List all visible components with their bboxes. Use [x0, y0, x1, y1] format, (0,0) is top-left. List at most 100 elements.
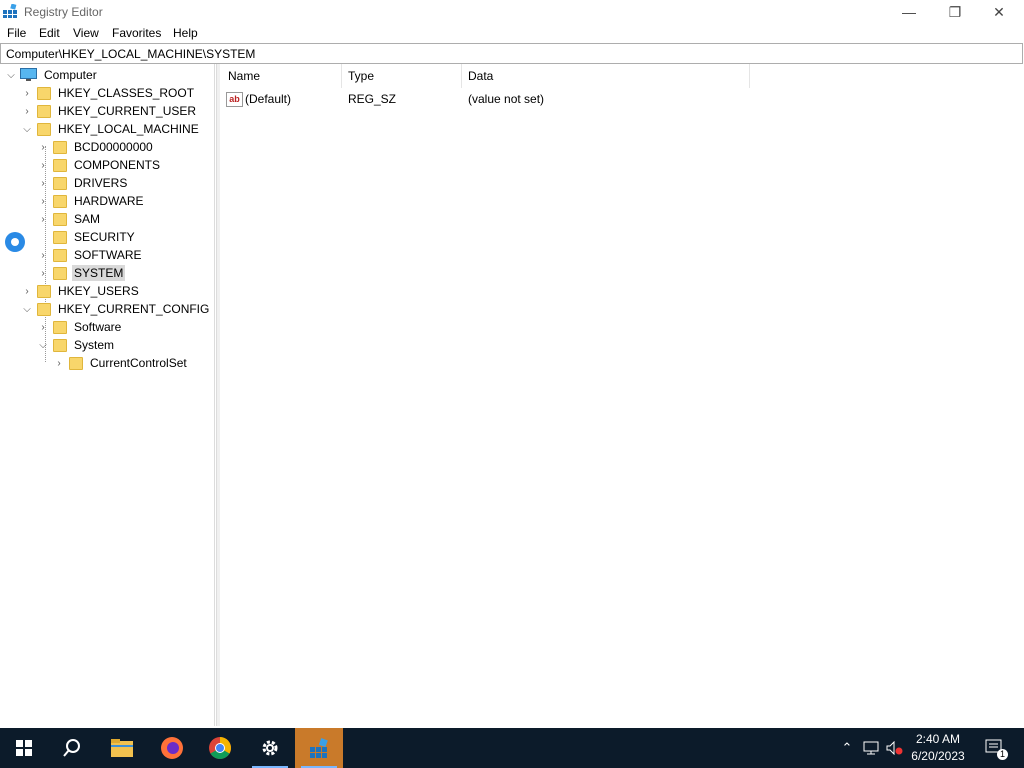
tree-node-config-software[interactable]: › Software	[37, 318, 123, 336]
registry-tree[interactable]: ⌵ Computer › HKEY_CLASSES_ROOT › HKEY_CU…	[0, 64, 215, 726]
start-icon[interactable]	[0, 728, 48, 768]
values-list[interactable]: Name Type Data ab (Default) REG_SZ (valu…	[220, 64, 1024, 726]
folder-icon	[53, 158, 67, 172]
chevron-down-icon[interactable]: ⌵	[21, 120, 33, 138]
menu-view[interactable]: View	[73, 26, 99, 40]
tree-node-label: HKEY_USERS	[58, 284, 139, 298]
column-divider[interactable]	[749, 64, 750, 88]
column-divider[interactable]	[341, 64, 342, 88]
folder-icon	[37, 104, 51, 118]
tree-node-software[interactable]: › SOFTWARE	[37, 246, 144, 264]
window-title: Registry Editor	[24, 5, 103, 19]
chevron-right-icon[interactable]: ›	[37, 156, 49, 174]
folder-icon	[37, 302, 51, 316]
tree-node-label: BCD00000000	[74, 140, 153, 154]
computer-icon	[20, 68, 37, 82]
tree-node-security[interactable]: SECURITY	[37, 228, 137, 246]
string-value-icon: ab	[226, 91, 243, 107]
close-button[interactable]: ✕	[976, 0, 1022, 24]
firefox-icon[interactable]	[148, 728, 196, 768]
tree-node-label: SYSTEM	[72, 265, 126, 281]
tree-node-hkey-current-user[interactable]: › HKEY_CURRENT_USER	[21, 102, 198, 120]
tree-node-sam[interactable]: › SAM	[37, 210, 102, 228]
tree-node-config-system[interactable]: ⌵ System	[37, 336, 116, 354]
tree-node-drivers[interactable]: › DRIVERS	[37, 174, 129, 192]
chevron-up-icon[interactable]: ⌃	[838, 728, 856, 768]
tree-node-current-control-set[interactable]: › CurrentControlSet	[53, 354, 189, 372]
table-row[interactable]: ab (Default)	[226, 90, 291, 108]
clock-date: 6/20/2023	[911, 749, 965, 763]
tree-node-label: HKEY_CURRENT_USER	[58, 104, 197, 118]
tree-node-label: HKEY_CLASSES_ROOT	[58, 86, 195, 100]
address-path: Computer\HKEY_LOCAL_MACHINE\SYSTEM	[6, 47, 256, 61]
search-icon[interactable]	[48, 728, 96, 768]
cursor-indicator-icon	[5, 232, 25, 252]
folder-icon	[69, 356, 83, 370]
tree-node-hkey-users[interactable]: › HKEY_USERS	[21, 282, 141, 300]
tree-node-label: System	[74, 338, 115, 352]
chrome-icon[interactable]	[196, 728, 244, 768]
network-icon[interactable]	[860, 728, 882, 768]
folder-icon	[53, 194, 67, 208]
chevron-right-icon[interactable]: ›	[37, 318, 49, 336]
chevron-right-icon[interactable]: ›	[21, 282, 33, 300]
column-divider[interactable]	[461, 64, 462, 88]
folder-icon	[53, 338, 67, 352]
tree-node-components[interactable]: › COMPONENTS	[37, 156, 162, 174]
menu-file[interactable]: File	[7, 26, 26, 40]
tree-connector	[37, 228, 49, 246]
tree-node-computer[interactable]: ⌵ Computer	[5, 66, 99, 84]
chevron-right-icon[interactable]: ›	[21, 84, 33, 102]
tree-node-label: HARDWARE	[74, 194, 144, 208]
value-data-cell: (value not set)	[468, 90, 544, 108]
settings-icon[interactable]	[246, 728, 294, 768]
chevron-right-icon[interactable]: ›	[37, 210, 49, 228]
folder-icon	[53, 230, 67, 244]
tree-node-label: Software	[74, 320, 122, 334]
menu-bar: File Edit View Favorites Help	[0, 24, 1024, 42]
chevron-right-icon[interactable]: ›	[37, 192, 49, 210]
tree-node-label: COMPONENTS	[74, 158, 161, 172]
tree-node-label: DRIVERS	[74, 176, 128, 190]
chevron-right-icon[interactable]: ›	[37, 246, 49, 264]
chevron-down-icon[interactable]: ⌵	[5, 66, 17, 84]
chevron-right-icon[interactable]: ›	[37, 264, 49, 282]
folder-icon	[53, 176, 67, 190]
column-header-name[interactable]: Name	[228, 64, 260, 88]
folder-icon	[37, 86, 51, 100]
column-header-type[interactable]: Type	[348, 64, 374, 88]
menu-help[interactable]: Help	[173, 26, 198, 40]
system-clock[interactable]: 2:40 AM 6/20/2023	[900, 731, 976, 765]
clock-time: 2:40 AM	[915, 732, 961, 746]
chevron-down-icon[interactable]: ⌵	[37, 336, 49, 354]
column-header-data[interactable]: Data	[468, 64, 493, 88]
registry-editor-icon[interactable]	[295, 728, 343, 768]
tree-node-label: HKEY_CURRENT_CONFIG	[58, 302, 210, 316]
menu-edit[interactable]: Edit	[39, 26, 60, 40]
tree-node-hkey-classes-root[interactable]: › HKEY_CLASSES_ROOT	[21, 84, 196, 102]
file-explorer-icon[interactable]	[98, 728, 146, 768]
tree-node-system[interactable]: › SYSTEM	[37, 264, 126, 282]
tree-node-label: HKEY_LOCAL_MACHINE	[58, 122, 199, 136]
tree-node-label: CurrentControlSet	[90, 356, 187, 370]
menu-favorites[interactable]: Favorites	[112, 26, 161, 40]
tree-node-label: SECURITY	[74, 230, 135, 244]
chevron-down-icon[interactable]: ⌵	[21, 300, 33, 318]
restore-button[interactable]: ❐	[932, 0, 978, 24]
chevron-right-icon[interactable]: ›	[37, 138, 49, 156]
folder-icon	[53, 248, 67, 262]
chevron-right-icon[interactable]: ›	[21, 102, 33, 120]
notification-center-icon[interactable]: 1	[980, 728, 1010, 768]
folder-icon	[53, 212, 67, 226]
tree-node-hkey-current-config[interactable]: ⌵ HKEY_CURRENT_CONFIG	[21, 300, 211, 318]
chevron-right-icon[interactable]: ›	[37, 174, 49, 192]
address-bar[interactable]: Computer\HKEY_LOCAL_MACHINE\SYSTEM	[0, 43, 1023, 64]
minimize-button[interactable]: —	[886, 0, 932, 24]
tree-node-bcd[interactable]: › BCD00000000	[37, 138, 155, 156]
value-data: (value not set)	[468, 92, 545, 106]
folder-icon	[53, 140, 67, 154]
tree-node-hkey-local-machine[interactable]: ⌵ HKEY_LOCAL_MACHINE	[21, 120, 201, 138]
folder-icon	[37, 122, 51, 136]
tree-node-hardware[interactable]: › HARDWARE	[37, 192, 146, 210]
chevron-right-icon[interactable]: ›	[53, 354, 65, 372]
